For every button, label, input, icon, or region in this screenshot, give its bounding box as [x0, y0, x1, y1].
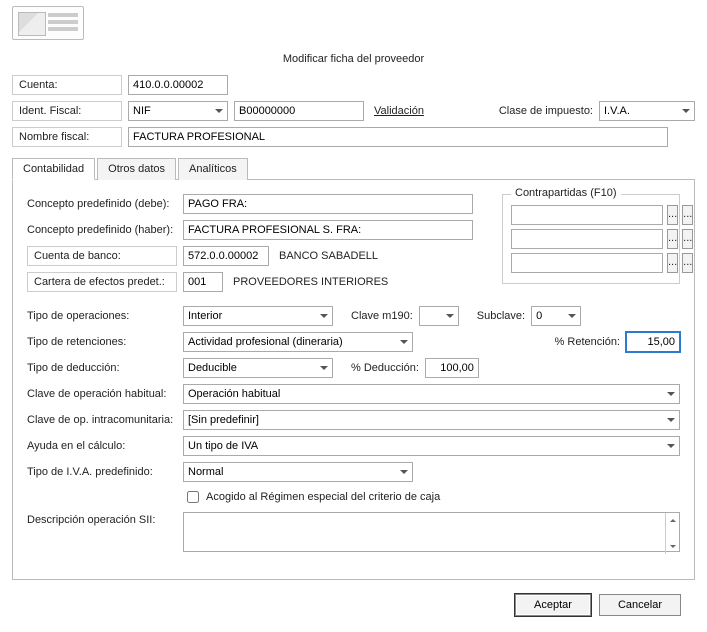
pct-retencion-label: % Retención:: [555, 334, 620, 350]
tab-panel-contabilidad: Concepto predefinido (debe): Concepto pr…: [12, 180, 695, 580]
tab-analiticos[interactable]: Analíticos: [178, 158, 248, 180]
aceptar-button[interactable]: Aceptar: [515, 594, 591, 616]
pct-deduccion-label: % Deducción:: [351, 360, 419, 376]
clave-intracom-label: Clave de op. intracomunitaria:: [27, 412, 177, 428]
ident-value-input[interactable]: [234, 101, 364, 121]
contrapartida-3-ellipsis-a[interactable]: ...: [667, 253, 678, 273]
contrapartida-2-input[interactable]: [511, 229, 663, 249]
subclave-label: Subclave:: [477, 308, 525, 324]
clave-habitual-label: Clave de operación habitual:: [27, 386, 177, 402]
ayuda-calculo-select[interactable]: [183, 436, 680, 456]
acogido-text: Acogido al Régimen especial del criterio…: [206, 491, 440, 503]
cuenta-banco-name: BANCO SABADELL: [279, 248, 378, 264]
tab-otros-datos[interactable]: Otros datos: [97, 158, 176, 180]
cancelar-button[interactable]: Cancelar: [599, 594, 681, 616]
desc-sii-label: Descripción operación SII:: [27, 512, 177, 528]
contrapartida-2-ellipsis-b[interactable]: ...: [682, 229, 693, 249]
pct-deduccion-input[interactable]: [425, 358, 479, 378]
concepto-haber-label: Concepto predefinido (haber):: [27, 222, 177, 238]
cartera-label: Cartera de efectos predet.:: [27, 272, 177, 292]
tipo-iva-select[interactable]: [183, 462, 413, 482]
tipo-deduccion-select[interactable]: [183, 358, 333, 378]
cartera-code[interactable]: [183, 272, 223, 292]
tipo-retenciones-label: Tipo de retenciones:: [27, 334, 177, 350]
tipo-operaciones-label: Tipo de operaciones:: [27, 308, 177, 324]
contrapartida-3-ellipsis-b[interactable]: ...: [682, 253, 693, 273]
clase-impuesto-select[interactable]: [599, 101, 695, 121]
subclave-select[interactable]: [531, 306, 581, 326]
ident-type-select[interactable]: [128, 101, 228, 121]
tipo-iva-label: Tipo de I.V.A. predefinido:: [27, 464, 177, 480]
contrapartida-2-ellipsis-a[interactable]: ...: [667, 229, 678, 249]
concepto-debe-input[interactable]: [183, 194, 473, 214]
concepto-haber-input[interactable]: [183, 220, 473, 240]
desc-sii-textarea[interactable]: [183, 512, 680, 552]
tipo-retenciones-select[interactable]: [183, 332, 413, 352]
cuenta-banco-label: Cuenta de banco:: [27, 246, 177, 266]
contrapartida-3-input[interactable]: [511, 253, 663, 273]
clave-m190-label: Clave m190:: [351, 308, 413, 324]
tipo-operaciones-select[interactable]: [183, 306, 333, 326]
nombre-fiscal-input[interactable]: [128, 127, 668, 147]
cuenta-value[interactable]: [128, 75, 228, 95]
cuenta-label: Cuenta:: [12, 75, 122, 95]
tab-bar: Contabilidad Otros datos Analíticos: [12, 157, 695, 180]
desc-sii-scroll[interactable]: [665, 513, 679, 554]
clave-habitual-select[interactable]: [183, 384, 680, 404]
contrapartidas-title: Contrapartidas (F10): [511, 187, 621, 199]
cartera-name: PROVEEDORES INTERIORES: [233, 274, 388, 290]
ayuda-calculo-label: Ayuda en el cálculo:: [27, 438, 177, 454]
tab-contabilidad[interactable]: Contabilidad: [12, 158, 95, 180]
contrapartida-1-input[interactable]: [511, 205, 663, 225]
cuenta-banco-code[interactable]: [183, 246, 269, 266]
contrapartida-1-ellipsis-a[interactable]: ...: [667, 205, 678, 225]
clave-intracom-select[interactable]: [183, 410, 680, 430]
pct-retencion-input[interactable]: [626, 332, 680, 352]
clase-impuesto-label: Clase de impuesto:: [499, 103, 593, 119]
header-icon: [12, 6, 84, 40]
acogido-checkbox-label[interactable]: Acogido al Régimen especial del criterio…: [183, 488, 440, 506]
ident-fiscal-label: Ident. Fiscal:: [12, 101, 122, 121]
contrapartida-1-ellipsis-b[interactable]: ...: [682, 205, 693, 225]
validacion-link[interactable]: Validación: [374, 105, 424, 117]
acogido-checkbox[interactable]: [187, 491, 199, 503]
nombre-fiscal-label: Nombre fiscal:: [12, 127, 122, 147]
tipo-deduccion-label: Tipo de deducción:: [27, 360, 177, 376]
page-title: Modificar ficha del proveedor: [12, 53, 695, 65]
contrapartidas-group: Contrapartidas (F10) ... ... ... ... ...…: [502, 194, 680, 284]
clave-m190-select[interactable]: [419, 306, 459, 326]
concepto-debe-label: Concepto predefinido (debe):: [27, 196, 177, 212]
